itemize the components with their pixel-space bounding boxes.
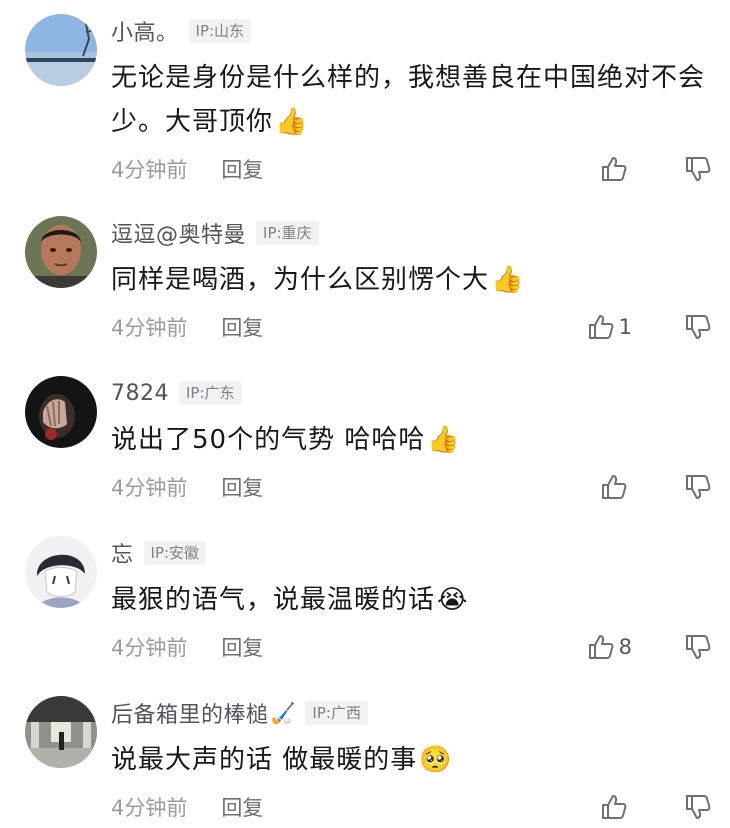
like-button[interactable]: 8	[587, 633, 632, 661]
like-button[interactable]	[600, 155, 632, 183]
comment-header: 逗逗@奥特曼 IP:重庆	[111, 218, 319, 248]
username[interactable]: 7824	[111, 381, 169, 406]
hockey-stick-emoji: 🏑	[270, 701, 296, 725]
thumbs-up-emoji: 👍	[491, 265, 525, 295]
comment-body: 同样是喝酒，为什么区别愣个大	[111, 265, 490, 295]
comment-header: 7824 IP:广东	[111, 378, 242, 408]
like-button[interactable]: 1	[587, 313, 632, 341]
comment-actions: 1	[587, 312, 712, 342]
comment-body: 说最大声的话 做最暖的事	[111, 745, 418, 775]
crying-emoji: 😭	[437, 585, 469, 615]
thumbs-down-icon[interactable]	[684, 155, 712, 183]
thumbs-up-icon	[587, 313, 615, 341]
comment-header: 小高。 IP:山东	[111, 15, 252, 47]
username[interactable]: 小高。	[111, 15, 179, 47]
comment-meta: 4分钟前 回复	[111, 312, 263, 342]
thumbs-down-icon[interactable]	[684, 313, 712, 341]
like-button[interactable]	[600, 473, 632, 501]
comment-text: 同样是喝酒，为什么区别愣个大👍	[111, 258, 711, 302]
timestamp: 4分钟前	[111, 476, 188, 500]
user-avatar[interactable]	[25, 14, 97, 86]
reply-button[interactable]: 回复	[221, 632, 263, 662]
thumbs-up-emoji: 👍	[275, 107, 309, 137]
reply-button[interactable]: 回复	[221, 472, 263, 502]
user-avatar[interactable]	[25, 216, 97, 288]
thumbs-up-icon	[600, 155, 628, 183]
comment-text: 最狠的语气，说最温暖的话😭	[111, 578, 711, 622]
comment-meta: 4分钟前 回复	[111, 792, 263, 822]
comment-header: 后备箱里的棒槌 🏑 IP:广西	[111, 698, 368, 728]
comment-text: 说最大声的话 做最暖的事🥺	[111, 738, 711, 782]
comment-body: 最狠的语气，说最温暖的话	[111, 585, 436, 615]
ip-location-badge: IP:广东	[179, 381, 242, 405]
timestamp: 4分钟前	[111, 796, 188, 820]
comment-actions: 8	[587, 632, 712, 662]
dark-hand-avatar	[25, 376, 97, 448]
comment-meta: 4分钟前 回复	[111, 632, 263, 662]
comment-meta: 4分钟前 回复	[111, 472, 263, 502]
thumbs-down-icon[interactable]	[684, 633, 712, 661]
like-count: 8	[618, 635, 632, 659]
comment-text: 说出了50个的气势 哈哈哈👍	[111, 418, 711, 462]
timestamp: 4分钟前	[111, 636, 188, 660]
user-avatar[interactable]	[25, 696, 97, 768]
thumbs-up-icon	[600, 793, 628, 821]
reply-button[interactable]: 回复	[221, 792, 263, 822]
thumbs-up-icon	[600, 473, 628, 501]
anime-boy-avatar	[25, 536, 97, 608]
like-button[interactable]	[600, 793, 632, 821]
thumbs-down-icon[interactable]	[684, 473, 712, 501]
timestamp: 4分钟前	[111, 158, 188, 182]
reply-button[interactable]: 回复	[221, 154, 263, 184]
user-avatar[interactable]	[25, 536, 97, 608]
comment-meta: 4分钟前 回复	[111, 154, 263, 184]
username[interactable]: 忘	[111, 537, 134, 569]
ip-location-badge: IP:山东	[188, 19, 252, 43]
timestamp: 4分钟前	[111, 316, 188, 340]
comment-body: 无论是身份是什么样的，我想善良在中国绝对不会少。大哥顶你	[111, 63, 706, 137]
hallway-avatar	[25, 696, 97, 768]
man-face-avatar	[25, 216, 97, 288]
comment-text: 无论是身份是什么样的，我想善良在中国绝对不会少。大哥顶你👍	[111, 56, 711, 144]
like-count: 1	[618, 315, 632, 339]
comment-actions	[600, 472, 712, 502]
username[interactable]: 逗逗@奥特曼	[111, 217, 246, 249]
ip-location-badge: IP:安徽	[143, 541, 207, 565]
reply-button[interactable]: 回复	[221, 312, 263, 342]
comment-header: 忘 IP:安徽	[111, 537, 207, 569]
ip-location-badge: IP:广西	[305, 701, 368, 725]
user-avatar[interactable]	[25, 376, 97, 448]
pleading-face-emoji: 🥺	[419, 745, 453, 775]
username[interactable]: 后备箱里的棒槌	[111, 697, 269, 729]
comment-actions	[600, 792, 712, 822]
thumbs-up-emoji: 👍	[427, 425, 461, 455]
ip-location-badge: IP:重庆	[256, 221, 319, 245]
comment-actions	[600, 154, 712, 184]
thumbs-down-icon[interactable]	[684, 793, 712, 821]
comment-body: 说出了50个的气势 哈哈哈	[111, 425, 426, 455]
thumbs-up-icon	[587, 633, 615, 661]
lake-scene-avatar	[25, 14, 97, 86]
